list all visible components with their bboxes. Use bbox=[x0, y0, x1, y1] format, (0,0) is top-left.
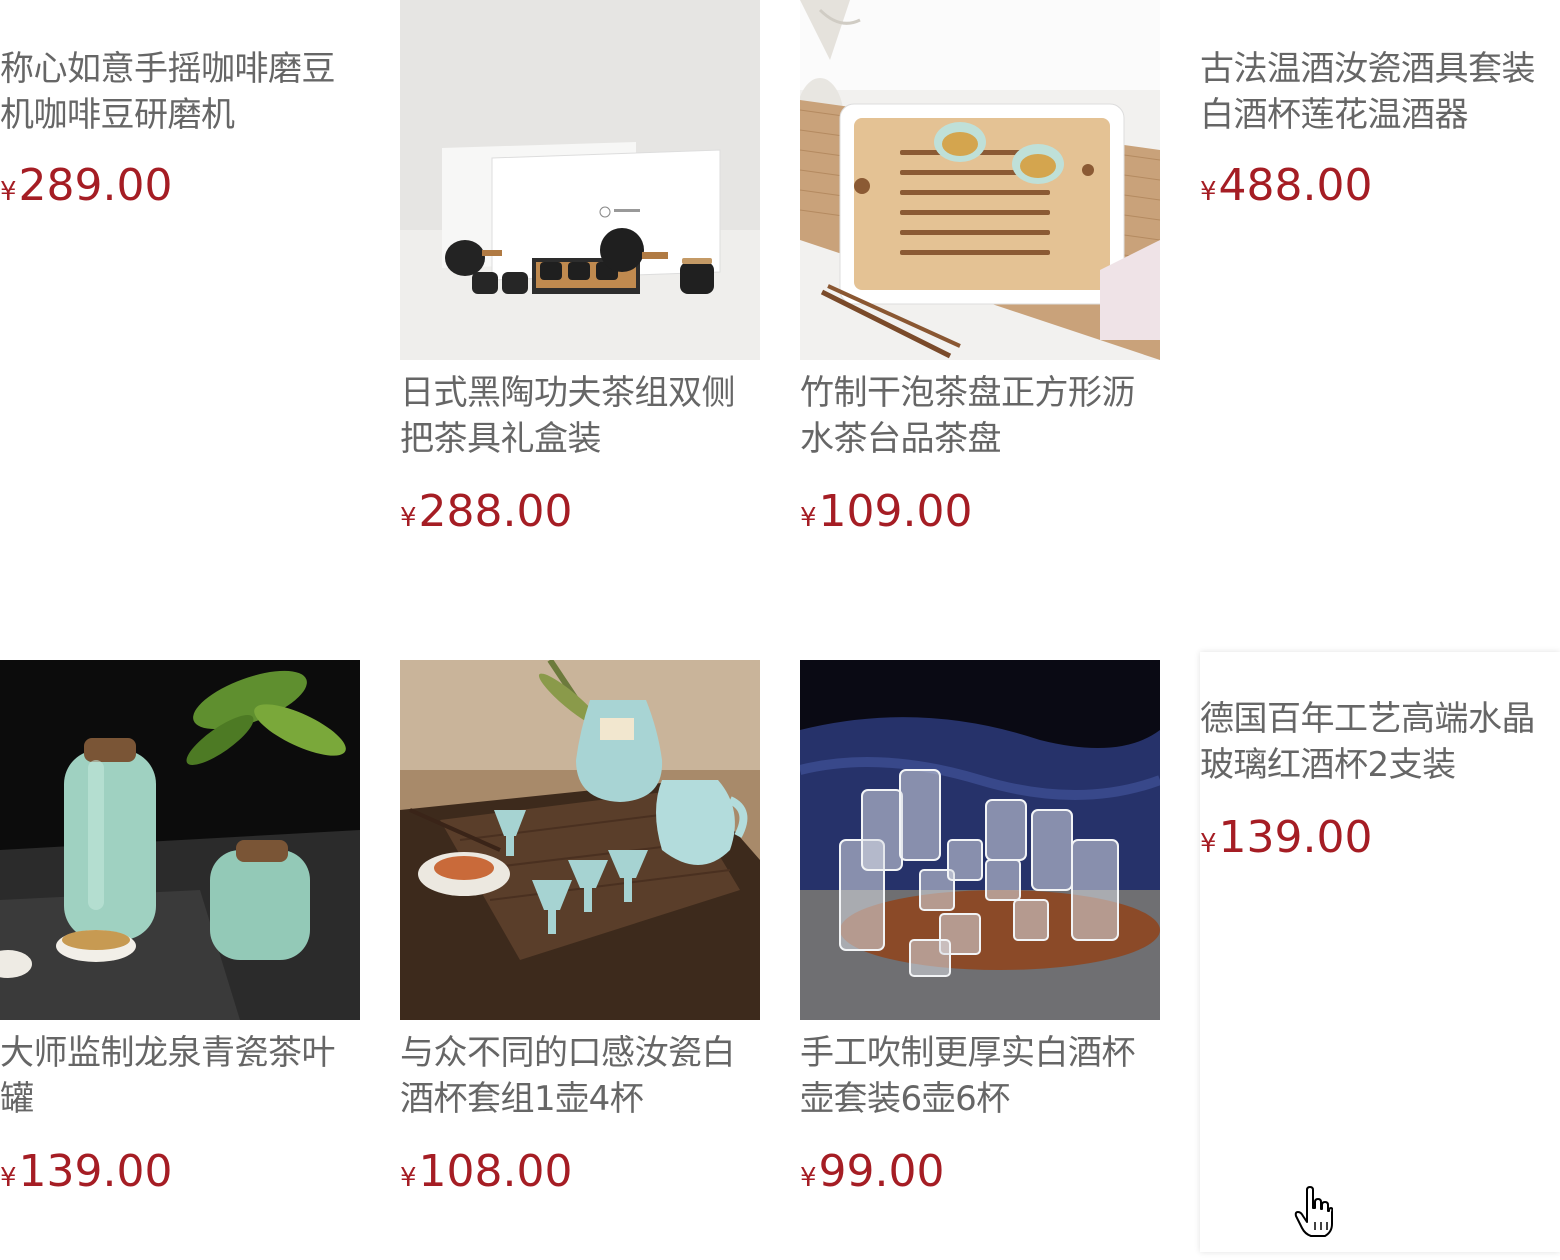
product-image-bamboo-tray[interactable] bbox=[800, 0, 1160, 360]
product-name[interactable]: 日式黑陶功夫茶组双侧把茶具礼盒装 bbox=[400, 370, 760, 462]
product-image-tea-canisters[interactable] bbox=[0, 660, 360, 1020]
product-price: ¥109.00 bbox=[800, 486, 973, 544]
product-price: ¥139.00 bbox=[0, 1146, 173, 1204]
product-name[interactable]: 古法温酒汝瓷酒具套装白酒杯莲花温酒器 bbox=[1200, 46, 1560, 138]
product-price: ¥139.00 bbox=[1200, 812, 1373, 870]
product-price: ¥99.00 bbox=[800, 1146, 945, 1204]
product-image-tea-set[interactable] bbox=[400, 0, 760, 360]
product-name[interactable]: 竹制干泡茶盘正方形沥水茶台品茶盘 bbox=[800, 370, 1160, 462]
product-price: ¥108.00 bbox=[400, 1146, 573, 1204]
currency-symbol: ¥ bbox=[400, 503, 417, 533]
product-card[interactable]: 竹制干泡茶盘正方形沥水茶台品茶盘 ¥109.00 bbox=[800, 0, 1160, 620]
product-grid: 称心如意手摇咖啡磨豆机咖啡豆研磨机 ¥289.00 日式黑陶功夫茶组双侧把茶具礼… bbox=[0, 0, 1560, 1260]
currency-symbol: ¥ bbox=[1200, 829, 1217, 859]
product-image-wine-set[interactable] bbox=[400, 660, 760, 1020]
product-price: ¥289.00 bbox=[0, 160, 173, 218]
price-value: 289.00 bbox=[18, 160, 173, 211]
currency-symbol: ¥ bbox=[0, 177, 17, 207]
product-name[interactable]: 手工吹制更厚实白酒杯壶套装6壶6杯 bbox=[800, 1030, 1160, 1122]
product-price: ¥488.00 bbox=[1200, 160, 1373, 218]
currency-symbol: ¥ bbox=[800, 503, 817, 533]
product-card[interactable]: 大师监制龙泉青瓷茶叶罐 ¥139.00 bbox=[0, 660, 360, 1240]
product-card[interactable]: 称心如意手摇咖啡磨豆机咖啡豆研磨机 ¥289.00 bbox=[0, 0, 360, 620]
product-name[interactable]: 与众不同的口感汝瓷白酒杯套组1壶4杯 bbox=[400, 1030, 760, 1122]
currency-symbol: ¥ bbox=[1200, 177, 1217, 207]
product-price: ¥288.00 bbox=[400, 486, 573, 544]
product-card[interactable]: 手工吹制更厚实白酒杯壶套装6壶6杯 ¥99.00 bbox=[800, 660, 1160, 1240]
price-value: 488.00 bbox=[1218, 160, 1373, 211]
currency-symbol: ¥ bbox=[800, 1163, 817, 1193]
product-card[interactable]: 与众不同的口感汝瓷白酒杯套组1壶4杯 ¥108.00 bbox=[400, 660, 760, 1240]
product-name[interactable]: 称心如意手摇咖啡磨豆机咖啡豆研磨机 bbox=[0, 46, 360, 138]
price-value: 99.00 bbox=[818, 1146, 945, 1197]
product-card-hovered[interactable]: 德国百年工艺高端水晶玻璃红酒杯2支装 ¥139.00 bbox=[1200, 652, 1560, 1252]
product-name[interactable]: 大师监制龙泉青瓷茶叶罐 bbox=[0, 1030, 360, 1122]
currency-symbol: ¥ bbox=[0, 1163, 17, 1193]
price-value: 139.00 bbox=[18, 1146, 173, 1197]
product-card[interactable]: 日式黑陶功夫茶组双侧把茶具礼盒装 ¥288.00 bbox=[400, 0, 760, 620]
product-image-glass-set[interactable] bbox=[800, 660, 1160, 1020]
price-value: 139.00 bbox=[1218, 812, 1373, 863]
product-card[interactable]: 古法温酒汝瓷酒具套装白酒杯莲花温酒器 ¥488.00 bbox=[1200, 0, 1560, 620]
price-value: 108.00 bbox=[418, 1146, 573, 1197]
price-value: 109.00 bbox=[818, 486, 973, 537]
price-value: 288.00 bbox=[418, 486, 573, 537]
product-name[interactable]: 德国百年工艺高端水晶玻璃红酒杯2支装 bbox=[1200, 696, 1560, 788]
currency-symbol: ¥ bbox=[400, 1163, 417, 1193]
